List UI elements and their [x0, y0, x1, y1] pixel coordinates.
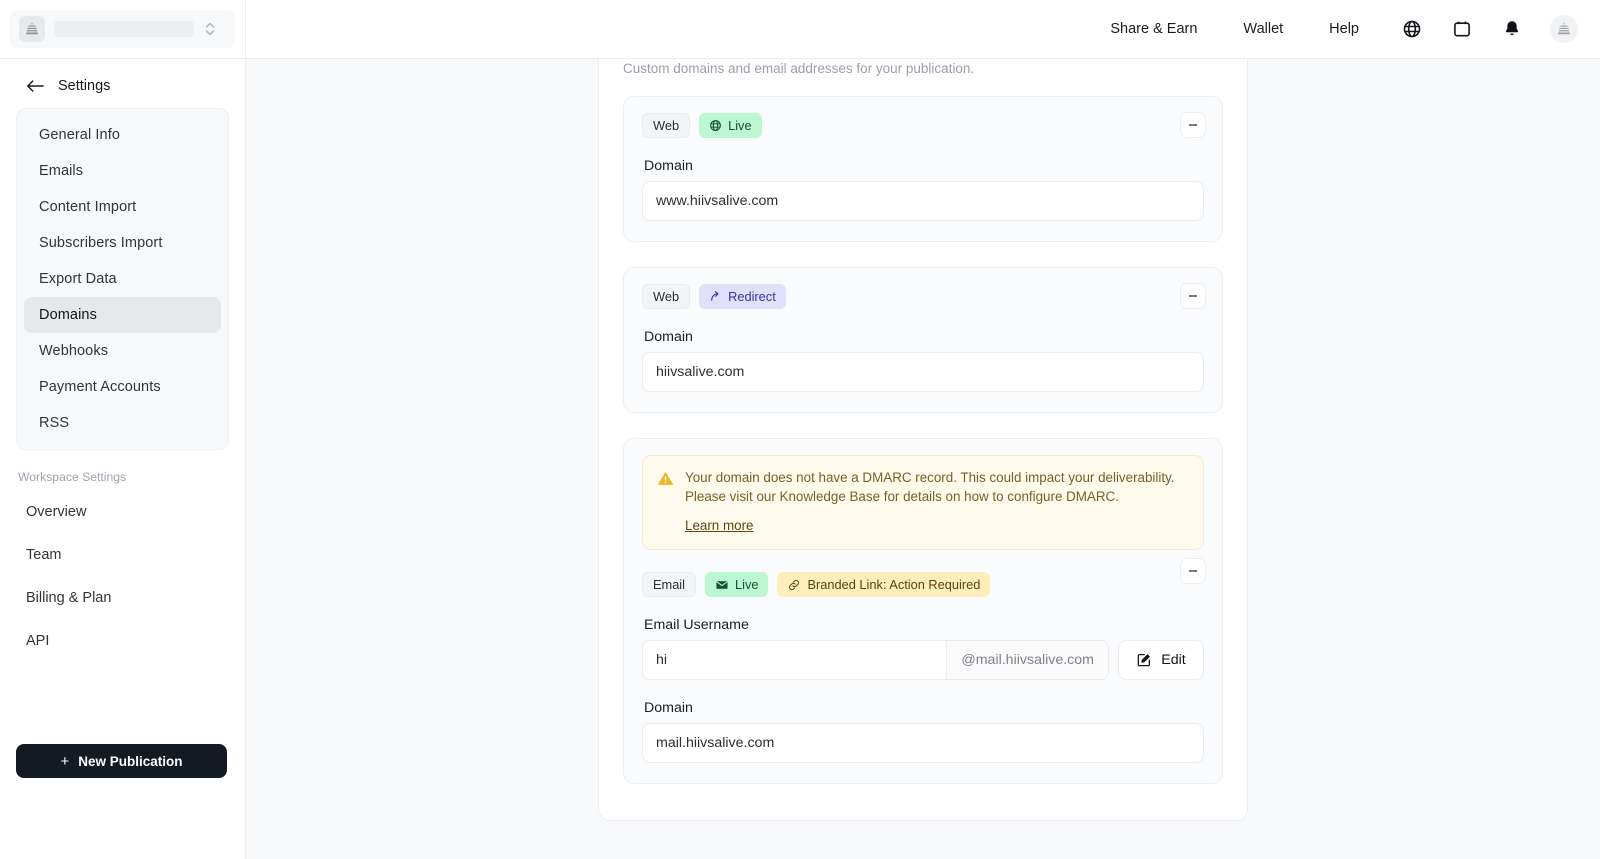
- arrow-left-icon: [26, 78, 44, 94]
- publication-switcher[interactable]: [10, 10, 235, 48]
- publication-name: [54, 21, 194, 37]
- sidebar-item-payment-accounts[interactable]: Payment Accounts: [24, 369, 221, 405]
- sidebar-item-subscribers-import[interactable]: Subscribers Import: [24, 225, 221, 261]
- badge-status-live: Live: [699, 113, 762, 138]
- domain-field-label: Domain: [644, 700, 693, 716]
- globe-icon: [709, 119, 722, 132]
- sidebar-item-label: Subscribers Import: [39, 235, 163, 251]
- sidebar-item-label: Domains: [39, 307, 97, 323]
- sidebar-item-label: API: [26, 632, 50, 649]
- badge-branded-link-label: Branded Link: Action Required: [807, 577, 981, 592]
- sidebar-item-label: Team: [26, 546, 62, 563]
- settings-nav-group: General Info Emails Content Import Subsc…: [16, 108, 229, 450]
- sidebar-item-label: General Info: [39, 127, 120, 143]
- email-username-label: Email Username: [644, 617, 749, 633]
- domains-page: Custom domains and email addresses for y…: [598, 59, 1248, 821]
- sidebar-item-rss[interactable]: RSS: [24, 405, 221, 441]
- badge-type: Web: [642, 284, 691, 309]
- sidebar-item-general-info[interactable]: General Info: [24, 117, 221, 153]
- sidebar-item-label: Overview: [26, 503, 87, 520]
- domains-panel: Custom domains and email addresses for y…: [598, 59, 1248, 821]
- sidebar-item-emails[interactable]: Emails: [24, 153, 221, 189]
- email-username-row: hi @mail.hiivsalive.com Edit: [642, 640, 1204, 680]
- sidebar-item-content-import[interactable]: Content Import: [24, 189, 221, 225]
- new-publication-label: New Publication: [78, 753, 183, 769]
- kebab-menu-icon[interactable]: [1180, 112, 1206, 138]
- chevron-updown-icon: [203, 19, 217, 39]
- kebab-menu-icon[interactable]: [1180, 558, 1206, 584]
- badge-status-label: Live: [735, 577, 759, 592]
- badge-type: Web: [642, 113, 691, 138]
- domain-card-web-live: Web Live Domain www.hiivsalive.com: [623, 96, 1223, 242]
- domain-input[interactable]: www.hiivsalive.com: [642, 181, 1204, 221]
- domain-input[interactable]: mail.hiivsalive.com: [642, 723, 1204, 763]
- email-username-field[interactable]: hi @mail.hiivsalive.com: [642, 640, 1109, 680]
- domain-input[interactable]: hiivsalive.com: [642, 352, 1204, 392]
- plus-icon: +: [60, 752, 70, 770]
- warning-body: Your domain does not have a DMARC record…: [685, 469, 1188, 535]
- badge-status-label: Redirect: [728, 289, 776, 304]
- warning-triangle-icon: [657, 470, 674, 535]
- publication-logo-icon: [19, 16, 45, 42]
- sidebar-item-billing-plan[interactable]: Billing & Plan: [0, 576, 245, 619]
- bell-icon[interactable]: [1492, 9, 1532, 49]
- sidebar-item-webhooks[interactable]: Webhooks: [24, 333, 221, 369]
- dmarc-warning-banner: Your domain does not have a DMARC record…: [642, 455, 1204, 550]
- edit-pencil-icon: [1136, 652, 1152, 668]
- sidebar-item-label: Payment Accounts: [39, 379, 161, 395]
- email-username-input[interactable]: hi: [643, 641, 946, 679]
- email-domain-suffix: @mail.hiivsalive.com: [946, 641, 1108, 679]
- domain-card-email: Your domain does not have a DMARC record…: [623, 438, 1223, 784]
- sidebar-item-export-data[interactable]: Export Data: [24, 261, 221, 297]
- badge-row: Email Live Branded Link: Action Required: [642, 572, 1204, 597]
- learn-more-link[interactable]: Learn more: [685, 518, 753, 533]
- sidebar-item-label: Billing & Plan: [26, 589, 112, 606]
- sidebar-item-label: Webhooks: [39, 343, 109, 359]
- edit-button[interactable]: Edit: [1118, 640, 1204, 680]
- badge-status-live: Live: [705, 572, 769, 597]
- link-icon: [787, 578, 801, 592]
- warning-text: Your domain does not have a DMARC record…: [685, 470, 1175, 504]
- envelope-icon: [715, 578, 729, 592]
- topbar: Share & Earn Wallet Help: [246, 0, 1600, 59]
- sidebar-item-domains[interactable]: Domains: [24, 297, 221, 333]
- topbar-link-help[interactable]: Help: [1306, 21, 1382, 37]
- badge-row: Web Live: [642, 113, 1204, 138]
- sidebar-item-label: Export Data: [39, 271, 117, 287]
- avatar[interactable]: [1550, 15, 1578, 43]
- sidebar-item-label: RSS: [39, 415, 70, 431]
- workspace-settings-heading: Workspace Settings: [18, 470, 127, 484]
- sidebar: Settings General Info Emails Content Imp…: [0, 0, 246, 859]
- page-subtitle: Custom domains and email addresses for y…: [623, 61, 975, 76]
- edit-button-label: Edit: [1161, 652, 1186, 668]
- topbar-link-share-earn[interactable]: Share & Earn: [1087, 21, 1220, 37]
- badge-status-redirect: Redirect: [699, 284, 786, 309]
- sidebar-item-api[interactable]: API: [0, 619, 245, 662]
- topbar-link-wallet[interactable]: Wallet: [1220, 21, 1306, 37]
- domain-field-label: Domain: [644, 329, 693, 345]
- domain-card-web-redirect: Web Redirect Domain hiivsalive.com: [623, 267, 1223, 413]
- app-root: Settings General Info Emails Content Imp…: [0, 0, 1600, 859]
- domain-field-label: Domain: [644, 158, 693, 174]
- settings-back-button[interactable]: Settings: [0, 59, 245, 108]
- main-area: Share & Earn Wallet Help Custom domains …: [246, 0, 1600, 859]
- content-scroll-region[interactable]: Custom domains and email addresses for y…: [246, 59, 1600, 859]
- kebab-menu-icon[interactable]: [1180, 283, 1206, 309]
- sidebar-item-label: Content Import: [39, 199, 137, 215]
- redirect-arrow-icon: [709, 290, 722, 303]
- settings-back-label: Settings: [58, 78, 111, 94]
- calendar-icon[interactable]: [1442, 9, 1482, 49]
- badge-status-label: Live: [728, 118, 752, 133]
- new-publication-button[interactable]: + New Publication: [16, 744, 227, 778]
- sidebar-item-label: Emails: [39, 163, 84, 179]
- badge-branded-link: Branded Link: Action Required: [777, 572, 991, 597]
- badge-type: Email: [642, 572, 696, 597]
- globe-icon[interactable]: [1392, 9, 1432, 49]
- badge-row: Web Redirect: [642, 284, 1204, 309]
- sidebar-item-overview[interactable]: Overview: [0, 490, 245, 533]
- sidebar-item-team[interactable]: Team: [0, 533, 245, 576]
